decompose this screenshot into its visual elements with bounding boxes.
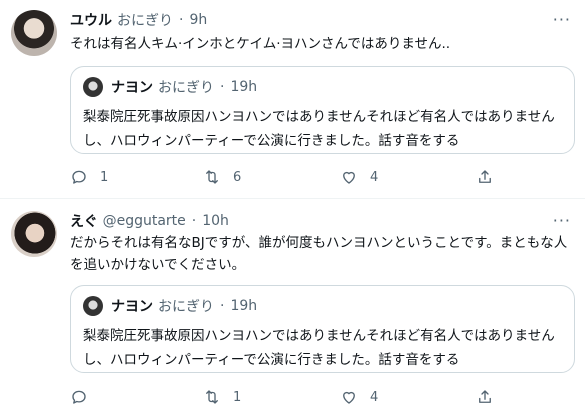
separator-dot: · [220, 298, 225, 314]
reply-count: 1 [100, 169, 109, 185]
share-icon [479, 170, 491, 183]
heart-icon [343, 391, 355, 404]
like-count: 4 [370, 389, 379, 405]
tweet-text: それは有名人キム·インホとケイム·ヨハンさんではありません.. [70, 36, 451, 52]
reply-icon [72, 390, 86, 404]
quoted-username: おにぎり [158, 80, 214, 96]
share-icon [479, 390, 491, 403]
timestamp[interactable]: 10h [202, 213, 229, 229]
like-button[interactable]: 4 [340, 166, 378, 188]
more-options-icon[interactable]: ··· [553, 211, 571, 230]
quoted-avatar [83, 296, 103, 316]
quoted-username: おにぎり [158, 299, 214, 315]
quoted-text: 梨泰院圧死事故原因ハンヨハンではありませんそれほど有名人ではありませんし、ハロウ… [83, 109, 555, 149]
quoted-display-name: ナヨン [111, 299, 153, 315]
reply-icon [72, 170, 86, 184]
quoted-timestamp: 19h [230, 79, 258, 95]
timestamp[interactable]: 9h [189, 12, 207, 28]
like-button[interactable]: 4 [340, 386, 378, 408]
retweet-count: 6 [233, 169, 242, 185]
tweet-header: ユウル おにぎり · 9h [70, 11, 207, 29]
retweet-icon [206, 390, 218, 404]
retweet-button[interactable]: 1 [203, 386, 241, 408]
reply-button[interactable] [70, 386, 100, 408]
action-bar: 1 6 4 [70, 166, 570, 188]
quoted-timestamp: 19h [230, 298, 258, 314]
avatar[interactable] [11, 10, 57, 56]
quoted-tweet[interactable]: ナヨン おにぎり · 19h 梨泰院圧死事故原因ハンヨハンではありませんそれほど… [70, 66, 575, 154]
retweet-button[interactable]: 6 [203, 166, 241, 188]
more-options-icon[interactable]: ··· [553, 10, 571, 29]
quoted-text: 梨泰院圧死事故原因ハンヨハンではありませんそれほど有名人ではありませんし、ハロウ… [83, 328, 555, 368]
tweet-text: だからそれは有名なBJですが、誰が何度もハンヨハンということです。まともな人を追… [70, 235, 568, 273]
avatar[interactable] [11, 211, 57, 257]
display-name[interactable]: えぐ [70, 211, 98, 231]
separator-dot: · [179, 12, 184, 28]
tweet-1[interactable]: ユウル おにぎり · 9h ··· それは有名人キム·インホとケイム·ヨハンさん… [0, 0, 585, 199]
quoted-header: ナヨン おにぎり · 19h [111, 77, 257, 97]
retweet-icon [206, 170, 218, 184]
display-name[interactable]: ユウル [70, 10, 112, 30]
username[interactable]: おにぎり [117, 10, 173, 30]
quoted-avatar [83, 77, 103, 97]
quoted-tweet[interactable]: ナヨン おにぎり · 19h 梨泰院圧死事故原因ハンヨハンではありませんそれほど… [70, 285, 575, 373]
tweet-header: えぐ @eggutarte · 10h [70, 212, 229, 230]
separator-dot: · [191, 213, 197, 229]
username[interactable]: @eggutarte [103, 213, 186, 229]
retweet-count: 1 [233, 389, 242, 405]
share-button[interactable] [476, 386, 494, 408]
heart-icon [343, 171, 355, 184]
quoted-header: ナヨン おにぎり · 19h [111, 296, 257, 316]
tweet-2[interactable]: えぐ @eggutarte · 10h ··· だからそれは有名なBJですが、誰… [0, 199, 585, 413]
share-button[interactable] [476, 166, 494, 188]
reply-button[interactable]: 1 [70, 166, 108, 188]
action-bar: 1 4 [70, 386, 570, 408]
like-count: 4 [370, 169, 379, 185]
quoted-display-name: ナヨン [111, 80, 153, 96]
separator-dot: · [220, 79, 225, 95]
